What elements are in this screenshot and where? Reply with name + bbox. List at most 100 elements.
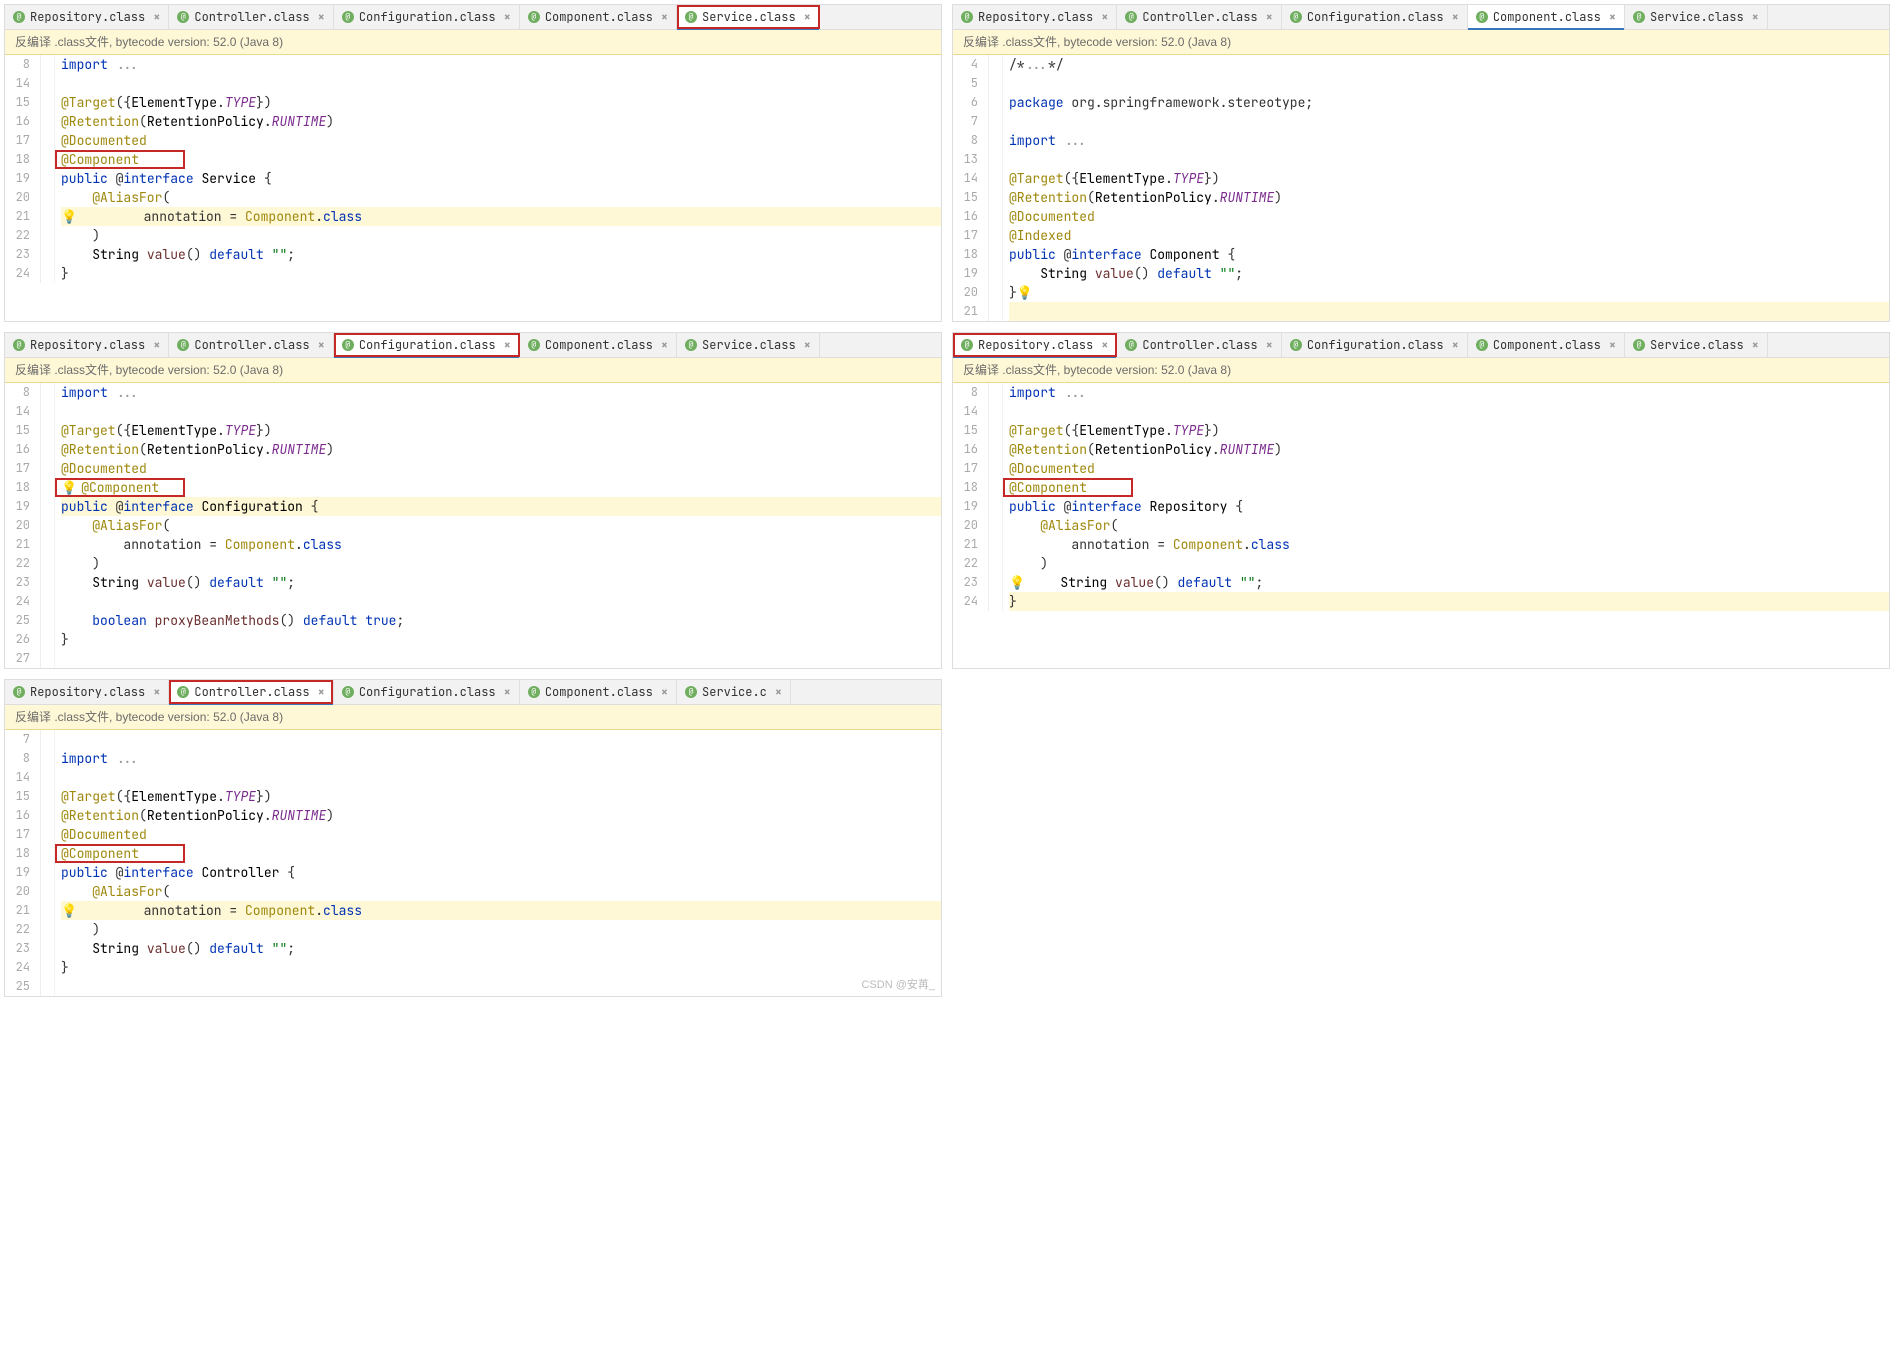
close-icon[interactable]: × <box>804 336 811 354</box>
tab-repository-class[interactable]: @Repository.class× <box>953 5 1117 29</box>
code-line[interactable]: @AliasFor( <box>1009 516 1889 535</box>
tab-controller-class[interactable]: @Controller.class× <box>169 5 333 29</box>
code-line[interactable]: @Target({ElementType.TYPE}) <box>61 93 941 112</box>
code-line[interactable]: @Target({ElementType.TYPE}) <box>1009 421 1889 440</box>
tab-controller-class[interactable]: @Controller.class× <box>169 333 333 357</box>
code-line[interactable] <box>61 402 941 421</box>
code-line[interactable] <box>61 730 941 749</box>
tab-service-class[interactable]: @Service.class× <box>677 333 820 357</box>
intention-bulb-icon[interactable]: 💡 <box>1017 284 1033 301</box>
code-line[interactable]: import ... <box>61 383 941 402</box>
tab-controller-class[interactable]: @Controller.class× <box>1117 5 1281 29</box>
code-line[interactable]: }💡 <box>1009 283 1889 302</box>
close-icon[interactable]: × <box>153 8 160 26</box>
code-line[interactable]: @Documented <box>61 825 941 844</box>
code-line[interactable]: ) <box>61 920 941 939</box>
close-icon[interactable]: × <box>1452 8 1459 26</box>
close-icon[interactable]: × <box>661 336 668 354</box>
code-line[interactable]: @Documented <box>61 131 941 150</box>
code-line[interactable] <box>1009 150 1889 169</box>
code-line[interactable]: String value() default ""; <box>1009 264 1889 283</box>
code-line[interactable]: ) <box>61 226 941 245</box>
code-line[interactable]: public @interface Service { <box>61 169 941 188</box>
code-line[interactable]: ) <box>61 554 941 573</box>
code-line[interactable]: @Target({ElementType.TYPE}) <box>61 421 941 440</box>
intention-bulb-icon[interactable]: 💡 <box>61 479 77 496</box>
code-line[interactable]: String value() default ""; <box>61 573 941 592</box>
code-line[interactable]: @Retention(RetentionPolicy.RUNTIME) <box>61 440 941 459</box>
code-line[interactable] <box>61 768 941 787</box>
code-line[interactable] <box>61 977 941 996</box>
code-line[interactable] <box>1009 402 1889 421</box>
code-line[interactable]: boolean proxyBeanMethods() default true; <box>61 611 941 630</box>
code-area[interactable]: /*...*/package org.springframework.stere… <box>1003 55 1889 321</box>
tab-service-class[interactable]: @Service.class× <box>677 5 820 29</box>
code-area[interactable]: import ...@Target({ElementType.TYPE})@Re… <box>1003 383 1889 611</box>
close-icon[interactable]: × <box>1101 336 1108 354</box>
code-line[interactable] <box>61 649 941 668</box>
code-line[interactable]: } <box>61 630 941 649</box>
close-icon[interactable]: × <box>1752 8 1759 26</box>
close-icon[interactable]: × <box>661 683 668 701</box>
code-line[interactable]: @Component <box>61 150 941 169</box>
code-line[interactable]: public @interface Repository { <box>1009 497 1889 516</box>
code-line[interactable]: annotation = Component.class <box>1009 535 1889 554</box>
code-line[interactable]: @AliasFor( <box>61 188 941 207</box>
tab-service-c[interactable]: @Service.c× <box>677 680 791 704</box>
code-line[interactable]: import ... <box>61 55 941 74</box>
code-area[interactable]: import ... @Target({ElementType.TYPE})@Re… <box>55 730 941 996</box>
code-line[interactable] <box>1009 74 1889 93</box>
close-icon[interactable]: × <box>1452 336 1459 354</box>
code-line[interactable] <box>61 74 941 93</box>
code-line[interactable]: } <box>61 264 941 283</box>
code-line[interactable] <box>1009 302 1889 321</box>
code-line[interactable]: @Retention(RetentionPolicy.RUNTIME) <box>61 806 941 825</box>
code-line[interactable]: import ... <box>61 749 941 768</box>
code-line[interactable]: 💡 annotation = Component.class <box>61 901 941 920</box>
code-line[interactable]: @AliasFor( <box>61 516 941 535</box>
intention-bulb-icon[interactable]: 💡 <box>1009 574 1025 591</box>
close-icon[interactable]: × <box>504 683 511 701</box>
close-icon[interactable]: × <box>804 8 811 26</box>
close-icon[interactable]: × <box>1101 8 1108 26</box>
code-line[interactable]: annotation = Component.class <box>61 535 941 554</box>
tab-configuration-class[interactable]: @Configuration.class× <box>1282 5 1468 29</box>
tab-component-class[interactable]: @Component.class× <box>520 5 677 29</box>
close-icon[interactable]: × <box>318 683 325 701</box>
code-line[interactable]: } <box>1009 592 1889 611</box>
close-icon[interactable]: × <box>153 336 160 354</box>
close-icon[interactable]: × <box>153 683 160 701</box>
code-line[interactable]: import ... <box>1009 131 1889 150</box>
tab-repository-class[interactable]: @Repository.class× <box>5 680 169 704</box>
code-line[interactable]: } <box>61 958 941 977</box>
close-icon[interactable]: × <box>775 683 782 701</box>
close-icon[interactable]: × <box>661 8 668 26</box>
close-icon[interactable]: × <box>1266 336 1273 354</box>
code-line[interactable]: @Target({ElementType.TYPE}) <box>61 787 941 806</box>
code-line[interactable]: @Retention(RetentionPolicy.RUNTIME) <box>1009 188 1889 207</box>
code-line[interactable]: @Retention(RetentionPolicy.RUNTIME) <box>61 112 941 131</box>
code-line[interactable] <box>61 592 941 611</box>
code-line[interactable]: String value() default ""; <box>61 245 941 264</box>
code-line[interactable]: @Indexed <box>1009 226 1889 245</box>
tab-service-class[interactable]: @Service.class× <box>1625 333 1768 357</box>
code-line[interactable]: public @interface Controller { <box>61 863 941 882</box>
tab-controller-class[interactable]: @Controller.class× <box>1117 333 1281 357</box>
code-line[interactable]: @Documented <box>1009 459 1889 478</box>
tab-configuration-class[interactable]: @Configuration.class× <box>1282 333 1468 357</box>
tab-service-class[interactable]: @Service.class× <box>1625 5 1768 29</box>
code-line[interactable]: @Retention(RetentionPolicy.RUNTIME) <box>1009 440 1889 459</box>
tab-configuration-class[interactable]: @Configuration.class× <box>334 680 520 704</box>
code-line[interactable]: @Component <box>61 844 941 863</box>
code-area[interactable]: import ... @Target({ElementType.TYPE})@Re… <box>55 383 941 668</box>
code-line[interactable] <box>1009 112 1889 131</box>
close-icon[interactable]: × <box>504 8 511 26</box>
close-icon[interactable]: × <box>1266 8 1273 26</box>
code-line[interactable]: 💡 annotation = Component.class <box>61 207 941 226</box>
code-line[interactable]: @Documented <box>1009 207 1889 226</box>
code-line[interactable]: public @interface Configuration { <box>61 497 941 516</box>
code-line[interactable]: @AliasFor( <box>61 882 941 901</box>
code-area[interactable]: import ... @Target({ElementType.TYPE})@Re… <box>55 55 941 283</box>
code-line[interactable]: public @interface Component { <box>1009 245 1889 264</box>
close-icon[interactable]: × <box>504 336 511 354</box>
